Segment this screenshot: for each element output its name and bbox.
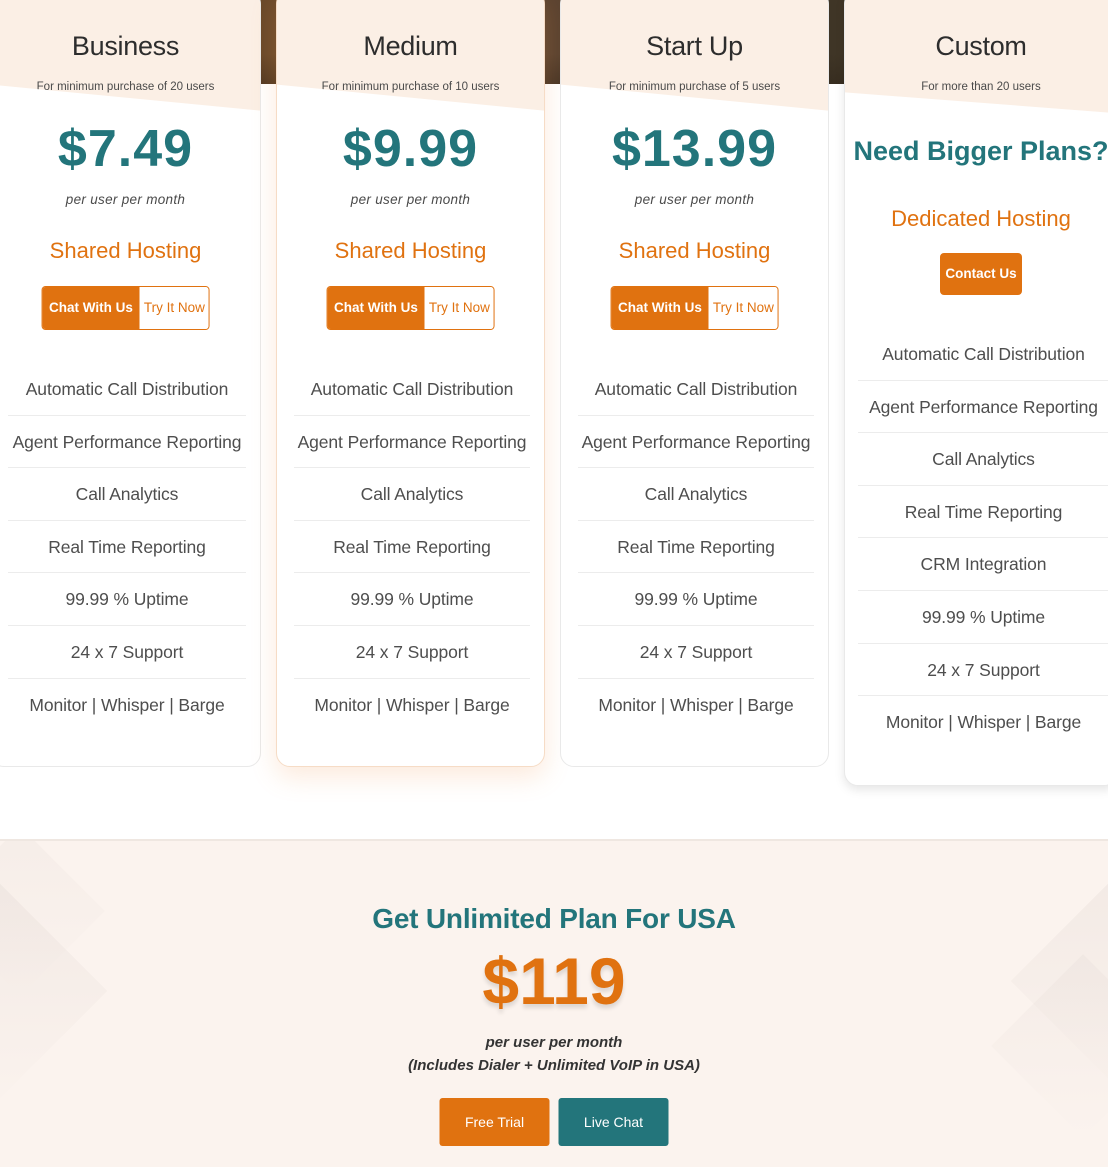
plan-card-custom: Custom For more than 20 users Need Bigge… — [844, 0, 1108, 786]
feature-list: Automatic Call Distribution Agent Perfor… — [578, 363, 814, 731]
feature-item: Automatic Call Distribution — [858, 328, 1108, 381]
plan-card-business: Business For minimum purchase of 20 user… — [0, 0, 261, 767]
feature-item: Call Analytics — [858, 433, 1108, 486]
promo-title: Get Unlimited Plan For USA — [372, 903, 736, 934]
plan-card-medium: Medium For minimum purchase of 10 users … — [276, 0, 545, 767]
plan-price: $9.99 — [342, 120, 479, 178]
plan-card-start-up: Start Up For minimum purchase of 5 users… — [560, 0, 829, 767]
feature-item: Real Time Reporting — [294, 521, 530, 574]
feature-item: CRM Integration — [858, 538, 1108, 591]
hosting-type: Shared Hosting — [49, 238, 202, 263]
plan-price: $7.49 — [57, 120, 194, 178]
try-it-now-button[interactable]: Try It Now — [424, 287, 494, 329]
plan-header: Medium For minimum purchase of 10 users — [277, 0, 544, 111]
feature-list: Automatic Call Distribution Agent Perfor… — [8, 363, 246, 731]
feature-item: Automatic Call Distribution — [8, 363, 246, 416]
plan-name: Business — [71, 31, 180, 61]
plan-header: Business For minimum purchase of 20 user… — [0, 0, 260, 111]
feature-item: Monitor | Whisper | Barge — [314, 694, 510, 715]
plan-action-group: Chat With Us Try It Now — [326, 286, 495, 330]
feature-item: Real Time Reporting — [578, 521, 814, 574]
hosting-type: Dedicated Hosting — [891, 206, 1071, 231]
feature-item: Monitor | Whisper | Barge — [598, 694, 794, 715]
feature-item: Monitor | Whisper | Barge — [885, 712, 1082, 733]
feature-item: 24 x 7 Support — [8, 626, 246, 679]
plan-subtitle: For minimum purchase of 10 users — [321, 81, 500, 93]
feature-item: Agent Performance Reporting — [858, 381, 1108, 434]
plan-subtitle: For minimum purchase of 5 users — [608, 81, 781, 93]
promo-price-period: per user per month — [485, 1034, 623, 1051]
plan-name: Medium — [363, 31, 458, 61]
price-period: per user per month — [634, 192, 755, 207]
feature-item: Automatic Call Distribution — [578, 363, 814, 416]
feature-item: Automatic Call Distribution — [294, 363, 530, 416]
free-trial-button[interactable]: Free Trial — [439, 1098, 550, 1146]
pricing-cards: Business For minimum purchase of 20 user… — [0, 0, 1108, 800]
promo-includes-note: (Includes Dialer + Unlimited VoIP in USA… — [408, 1057, 700, 1074]
feature-item: Monitor | Whisper | Barge — [29, 694, 225, 715]
plan-header: Custom For more than 20 users — [845, 0, 1108, 114]
feature-item: Call Analytics — [578, 468, 814, 521]
plan-name: Start Up — [646, 31, 743, 61]
feature-item: 99.99 % Uptime — [858, 591, 1108, 644]
feature-item: Agent Performance Reporting — [578, 416, 814, 469]
chat-with-us-button[interactable]: Chat With Us — [611, 287, 709, 329]
feature-list: Automatic Call Distribution Agent Perfor… — [858, 328, 1108, 749]
feature-item: Real Time Reporting — [8, 521, 246, 574]
feature-item: 99.99 % Uptime — [8, 573, 246, 626]
promo-price: $119 — [482, 944, 626, 1018]
feature-item: Agent Performance Reporting — [8, 416, 246, 469]
plan-action-group: Chat With Us Try It Now — [610, 286, 779, 330]
feature-item: 24 x 7 Support — [294, 626, 530, 679]
feature-item: 99.99 % Uptime — [578, 573, 814, 626]
plan-action-group: Chat With Us Try It Now — [41, 286, 210, 330]
hosting-type: Shared Hosting — [334, 238, 487, 263]
price-period: per user per month — [65, 192, 186, 207]
plan-header: Start Up For minimum purchase of 5 users — [561, 0, 828, 111]
plan-subtitle: For more than 20 users — [921, 81, 1041, 93]
feature-item: 24 x 7 Support — [578, 626, 814, 679]
feature-item: Call Analytics — [8, 468, 246, 521]
plan-subtitle: For minimum purchase of 20 users — [36, 81, 215, 93]
feature-item: Call Analytics — [294, 468, 530, 521]
chat-with-us-button[interactable]: Chat With Us — [327, 287, 425, 329]
plan-name: Custom — [935, 31, 1027, 61]
feature-item: 24 x 7 Support — [858, 644, 1108, 697]
feature-list: Automatic Call Distribution Agent Perfor… — [294, 363, 530, 731]
feature-item: Real Time Reporting — [858, 486, 1108, 539]
price-period: per user per month — [350, 192, 471, 207]
custom-plan-headline: Need Bigger Plans? — [853, 136, 1108, 166]
contact-us-button[interactable]: Contact Us — [940, 253, 1022, 295]
chat-with-us-button[interactable]: Chat With Us — [42, 287, 140, 329]
live-chat-button[interactable]: Live Chat — [558, 1098, 669, 1146]
hosting-type: Shared Hosting — [618, 238, 771, 263]
feature-item: Agent Performance Reporting — [294, 416, 530, 469]
promo-actions: Free Trial Live Chat — [439, 1098, 669, 1146]
feature-item: 99.99 % Uptime — [294, 573, 530, 626]
try-it-now-button[interactable]: Try It Now — [139, 287, 209, 329]
try-it-now-button[interactable]: Try It Now — [708, 287, 778, 329]
plan-price: $13.99 — [611, 120, 778, 178]
unlimited-plan-section: Get Unlimited Plan For USA $119 per user… — [0, 841, 1108, 1167]
